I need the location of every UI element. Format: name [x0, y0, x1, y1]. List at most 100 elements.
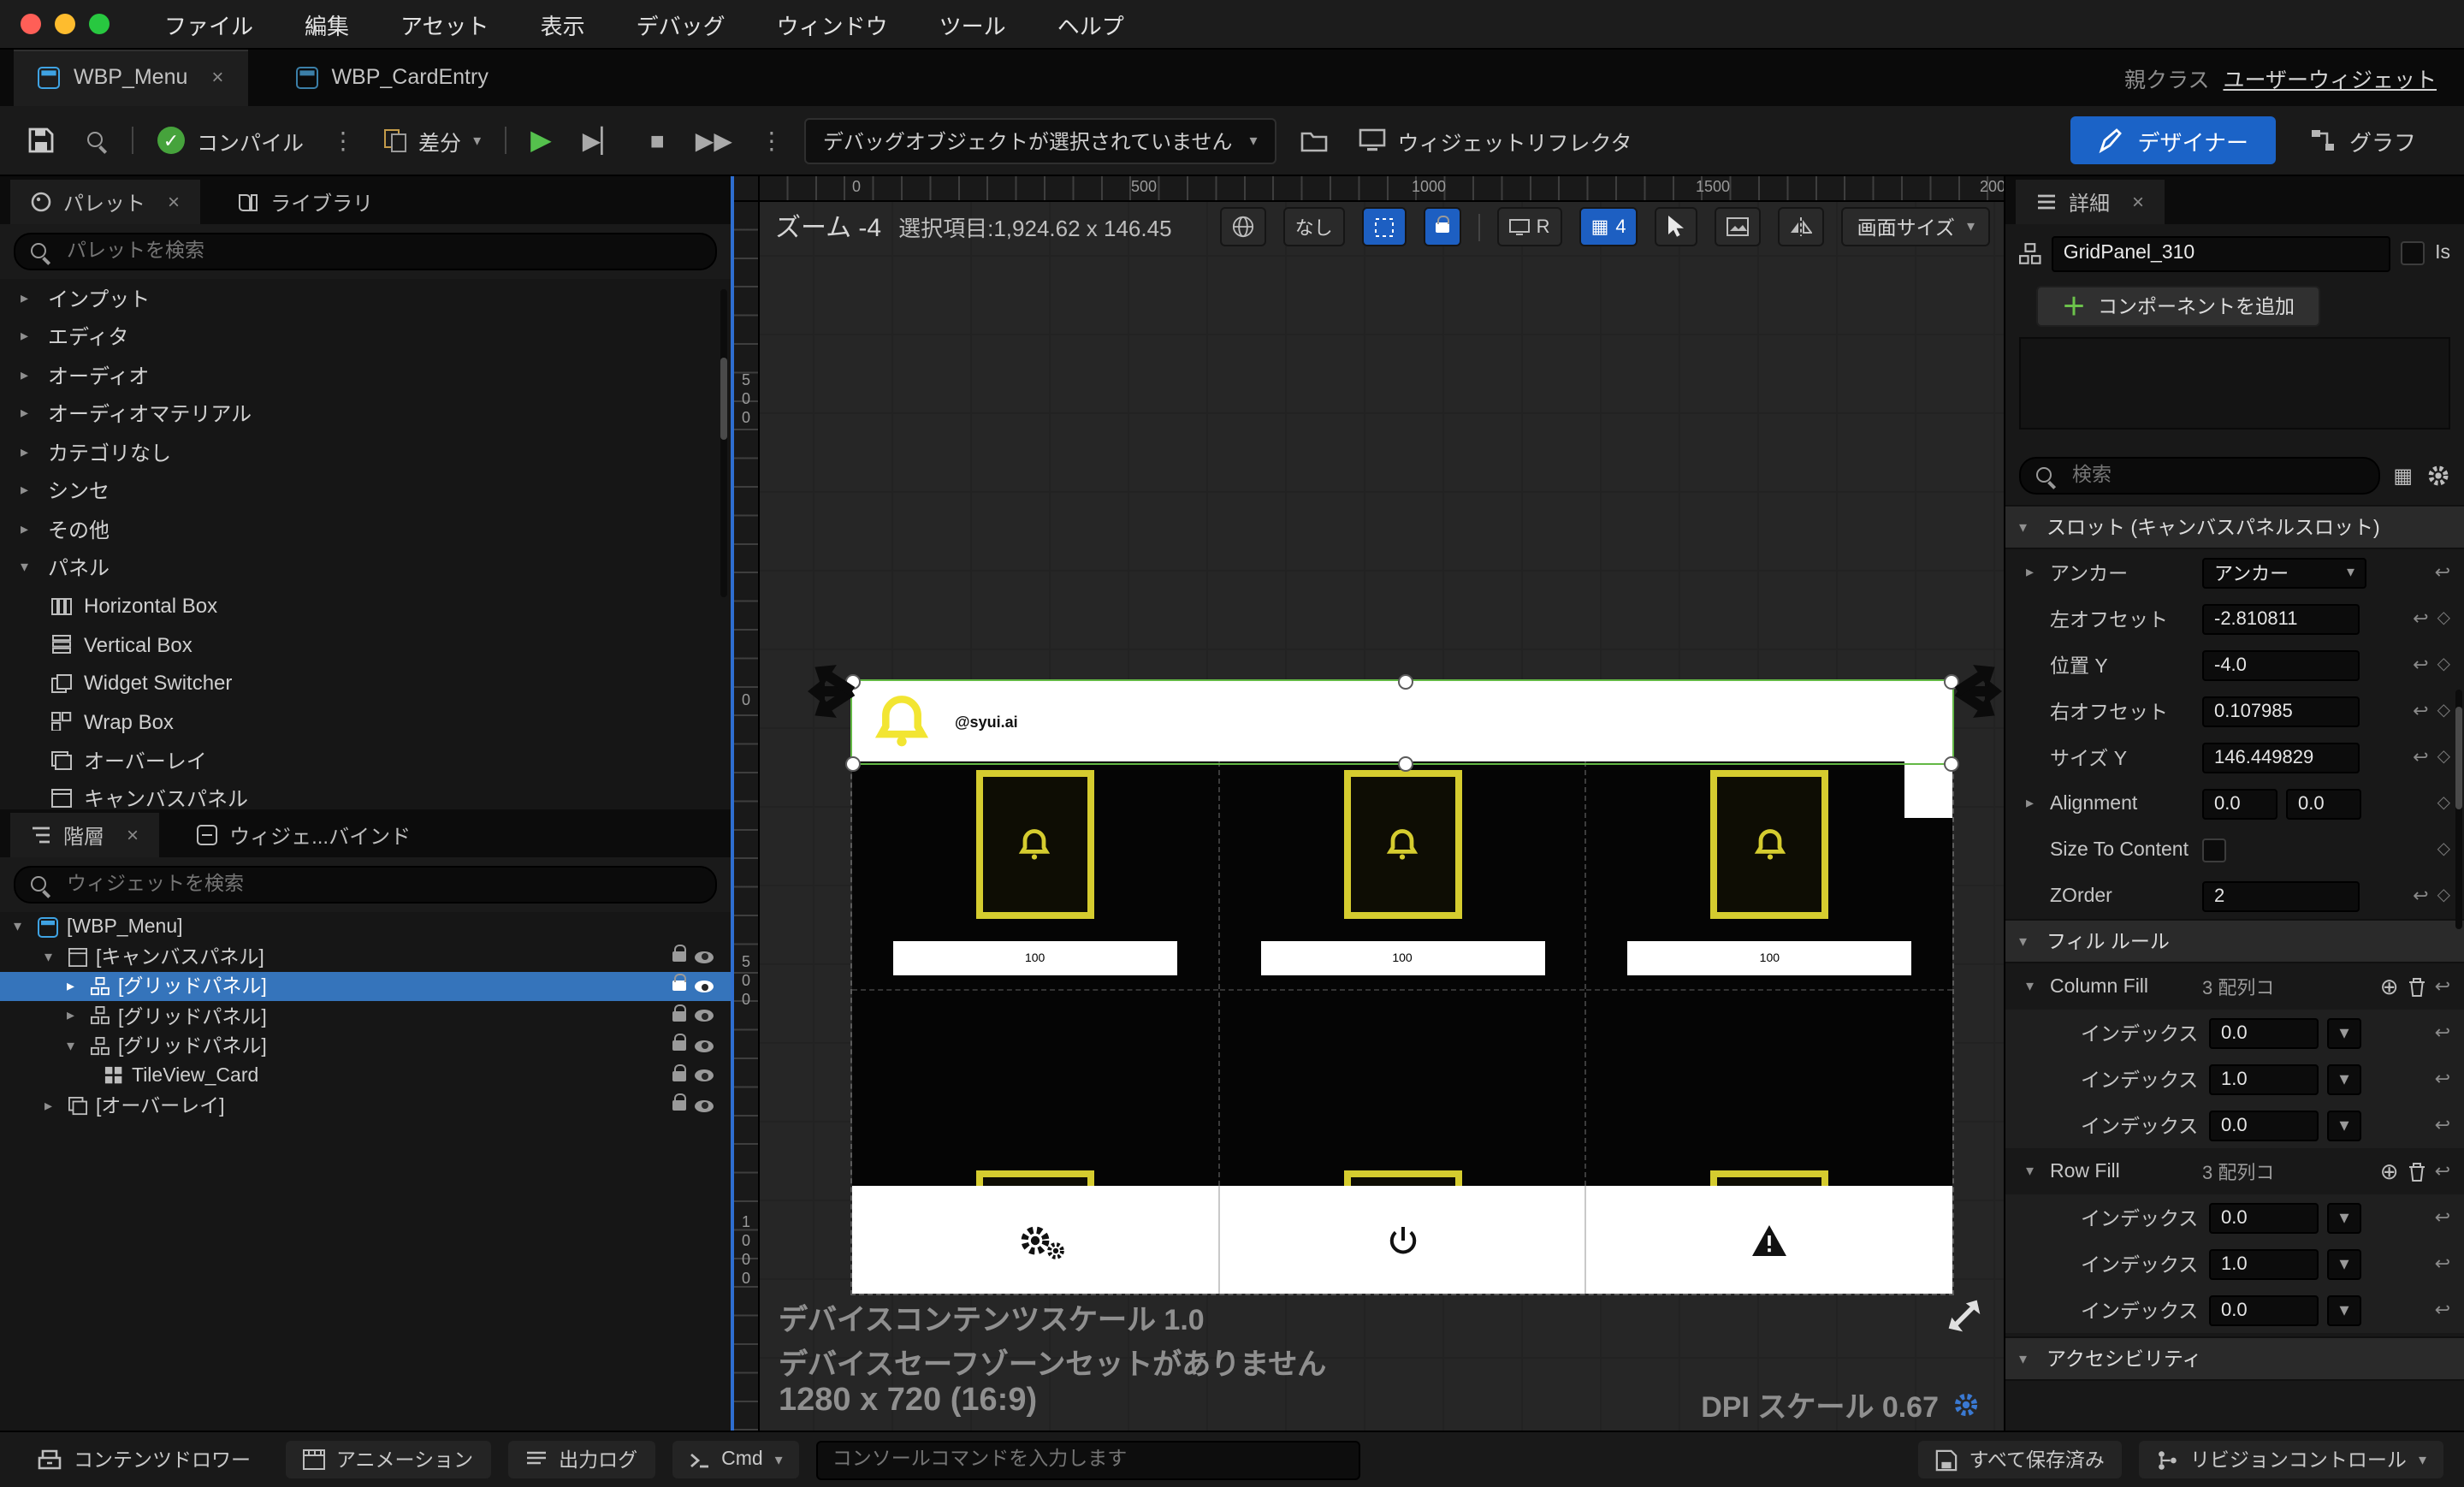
visibility-eye-icon[interactable]: [695, 1069, 714, 1082]
diff-button[interactable]: 差分 ▾: [376, 115, 488, 166]
parent-class-link[interactable]: ユーザーウィジェット: [2223, 61, 2437, 93]
fill-dropdown[interactable]: ▾: [2327, 1017, 2361, 1048]
palette-item-widget-switcher[interactable]: Widget Switcher: [0, 664, 731, 702]
bind-diamond-icon[interactable]: ◇: [2437, 886, 2450, 905]
play-button[interactable]: ▶: [524, 115, 559, 166]
revert-icon[interactable]: ↩: [2435, 1160, 2450, 1182]
tab-wbp-menu[interactable]: WBP_Menu ×: [14, 48, 248, 106]
palette-category-synth[interactable]: ▸ シンセ: [0, 471, 731, 510]
trash-icon[interactable]: [2408, 976, 2426, 997]
minimize-window-button[interactable]: [55, 14, 75, 34]
power-section[interactable]: [1219, 1186, 1587, 1294]
preview-card-grid[interactable]: 100 100 100: [852, 761, 1952, 1186]
anchor-arrows-left[interactable]: [804, 652, 856, 731]
lock-icon[interactable]: [672, 974, 686, 992]
save-status-button[interactable]: すべて保存済み: [1917, 1441, 2122, 1478]
localization-preview-button[interactable]: [1219, 207, 1266, 246]
cursor-tool-button[interactable]: [1655, 207, 1698, 246]
card-widget[interactable]: [975, 770, 1094, 919]
card-widget[interactable]: [1710, 770, 1829, 919]
bind-diamond-icon[interactable]: ◇: [2437, 655, 2450, 674]
visibility-eye-icon[interactable]: [695, 951, 714, 963]
fill-value-input[interactable]: 1.0: [2209, 1063, 2319, 1094]
palette-item-canvas-panel[interactable]: キャンバスパネル: [0, 779, 731, 809]
palette-category-audio-material[interactable]: ▸ オーディオマテリアル: [0, 394, 731, 433]
grid-snap-toggle[interactable]: ▦ 4: [1578, 207, 1638, 246]
alert-section[interactable]: [1587, 1186, 1952, 1294]
property-matrix-icon[interactable]: ▦: [2393, 464, 2413, 488]
tab-widget-bind[interactable]: ウィジェ...バインド: [176, 813, 431, 857]
card-widget-partial[interactable]: [975, 1170, 1094, 1186]
revert-icon[interactable]: ↩: [2435, 1299, 2450, 1321]
object-name-input[interactable]: [2051, 235, 2391, 271]
size-y-input[interactable]: 146.449829: [2202, 742, 2360, 773]
graph-mode-button[interactable]: グラフ: [2293, 124, 2433, 157]
alignment-y-input[interactable]: 0.0: [2286, 788, 2361, 819]
palette-item-vertical-box[interactable]: Vertical Box: [0, 625, 731, 664]
tree-row-grid-panel-3[interactable]: ▾ [グリッドパネル]: [0, 1031, 731, 1061]
tree-row-grid-panel-selected[interactable]: ▸ [グリッドパネル]: [0, 971, 731, 1002]
card-widget-partial[interactable]: [1710, 1170, 1829, 1186]
is-variable-checkbox[interactable]: [2401, 241, 2426, 265]
palette-category-input[interactable]: ▸ インプット: [0, 279, 731, 317]
frame-skip-button[interactable]: ▶▏: [576, 115, 626, 166]
details-scrollbar[interactable]: [2455, 690, 2462, 929]
alignment-x-input[interactable]: 0.0: [2202, 788, 2277, 819]
section-fill-rules[interactable]: ▾ フィル ルール: [2005, 919, 2464, 963]
close-panel-icon[interactable]: ×: [2132, 190, 2144, 214]
compile-button[interactable]: ✓ コンパイル: [151, 115, 311, 166]
respect-locks-toggle[interactable]: R: [1496, 207, 1562, 246]
menu-edit[interactable]: 編集: [305, 8, 349, 40]
card-widget-partial[interactable]: [1343, 1170, 1461, 1186]
trash-icon[interactable]: [2408, 1161, 2426, 1182]
bind-diamond-icon[interactable]: ◇: [2437, 840, 2450, 859]
eject-button[interactable]: ▶▶: [689, 115, 739, 166]
fill-dropdown[interactable]: ▾: [2327, 1110, 2361, 1140]
fill-value-input[interactable]: 0.0: [2209, 1294, 2319, 1325]
collapse-icon[interactable]: ▾: [2026, 977, 2041, 996]
tree-row-grid-panel-2[interactable]: ▸ [グリッドパネル]: [0, 1001, 731, 1031]
resize-handle[interactable]: [1397, 674, 1413, 690]
tree-row-wbp-menu[interactable]: ▾ [WBP_Menu]: [0, 912, 731, 942]
browse-asset-button[interactable]: [79, 115, 115, 166]
section-slot[interactable]: ▾ スロット (キャンバスパネルスロット): [2005, 505, 2464, 549]
visibility-eye-icon[interactable]: [695, 1010, 714, 1022]
card-cell[interactable]: 100: [1219, 761, 1587, 1186]
bind-diamond-icon[interactable]: ◇: [2437, 748, 2450, 767]
close-window-button[interactable]: [21, 14, 41, 34]
designer-mode-button[interactable]: デザイナー: [2070, 116, 2276, 164]
resize-handle[interactable]: [1397, 756, 1413, 772]
palette-search[interactable]: [14, 233, 717, 270]
canvas-preview[interactable]: @syui.ai 100 100 100: [845, 674, 1959, 1295]
revert-icon[interactable]: ↩: [2435, 1253, 2450, 1275]
flip-preview-button[interactable]: [1778, 207, 1825, 246]
fill-dropdown[interactable]: ▾: [2327, 1294, 2361, 1325]
menu-tools[interactable]: ツール: [939, 8, 1006, 40]
expand-icon[interactable]: ▸: [2026, 794, 2041, 813]
tab-library[interactable]: ライブラリ: [217, 180, 394, 224]
lock-icon[interactable]: [672, 1093, 686, 1111]
revert-icon[interactable]: ↩: [2435, 1022, 2450, 1044]
tree-row-canvas-panel[interactable]: ▾ [キャンバスパネル]: [0, 942, 731, 972]
preview-bottom-bar[interactable]: [852, 1186, 1952, 1294]
revision-control-button[interactable]: リビジョンコントロール ▾: [2138, 1441, 2443, 1478]
palette-category-editor[interactable]: ▸ エディタ: [0, 317, 731, 356]
resize-handle[interactable]: [1944, 756, 1959, 772]
revert-icon[interactable]: ↩: [2435, 1068, 2450, 1090]
menu-file[interactable]: ファイル: [164, 8, 253, 40]
preview-header-widget[interactable]: @syui.ai: [852, 681, 1952, 761]
tab-wbp-cardentry[interactable]: WBP_CardEntry: [271, 48, 512, 106]
card-cell[interactable]: 100: [1586, 761, 1952, 1186]
expand-icon[interactable]: ▸: [2026, 563, 2041, 582]
tab-palette[interactable]: パレット ×: [10, 180, 201, 224]
revert-icon[interactable]: ↩: [2435, 561, 2450, 584]
cmd-dropdown[interactable]: Cmd ▾: [672, 1441, 800, 1478]
fill-value-input[interactable]: 1.0: [2209, 1248, 2319, 1279]
screen-size-dropdown[interactable]: 画面サイズ ▾: [1841, 207, 1990, 246]
preview-background-button[interactable]: [1715, 207, 1762, 246]
size-to-content-checkbox[interactable]: [2202, 838, 2226, 862]
visibility-eye-icon[interactable]: [695, 1040, 714, 1052]
maximize-window-button[interactable]: [89, 14, 110, 34]
close-panel-icon[interactable]: ×: [168, 190, 180, 214]
bind-diamond-icon[interactable]: ◇: [2437, 609, 2450, 628]
